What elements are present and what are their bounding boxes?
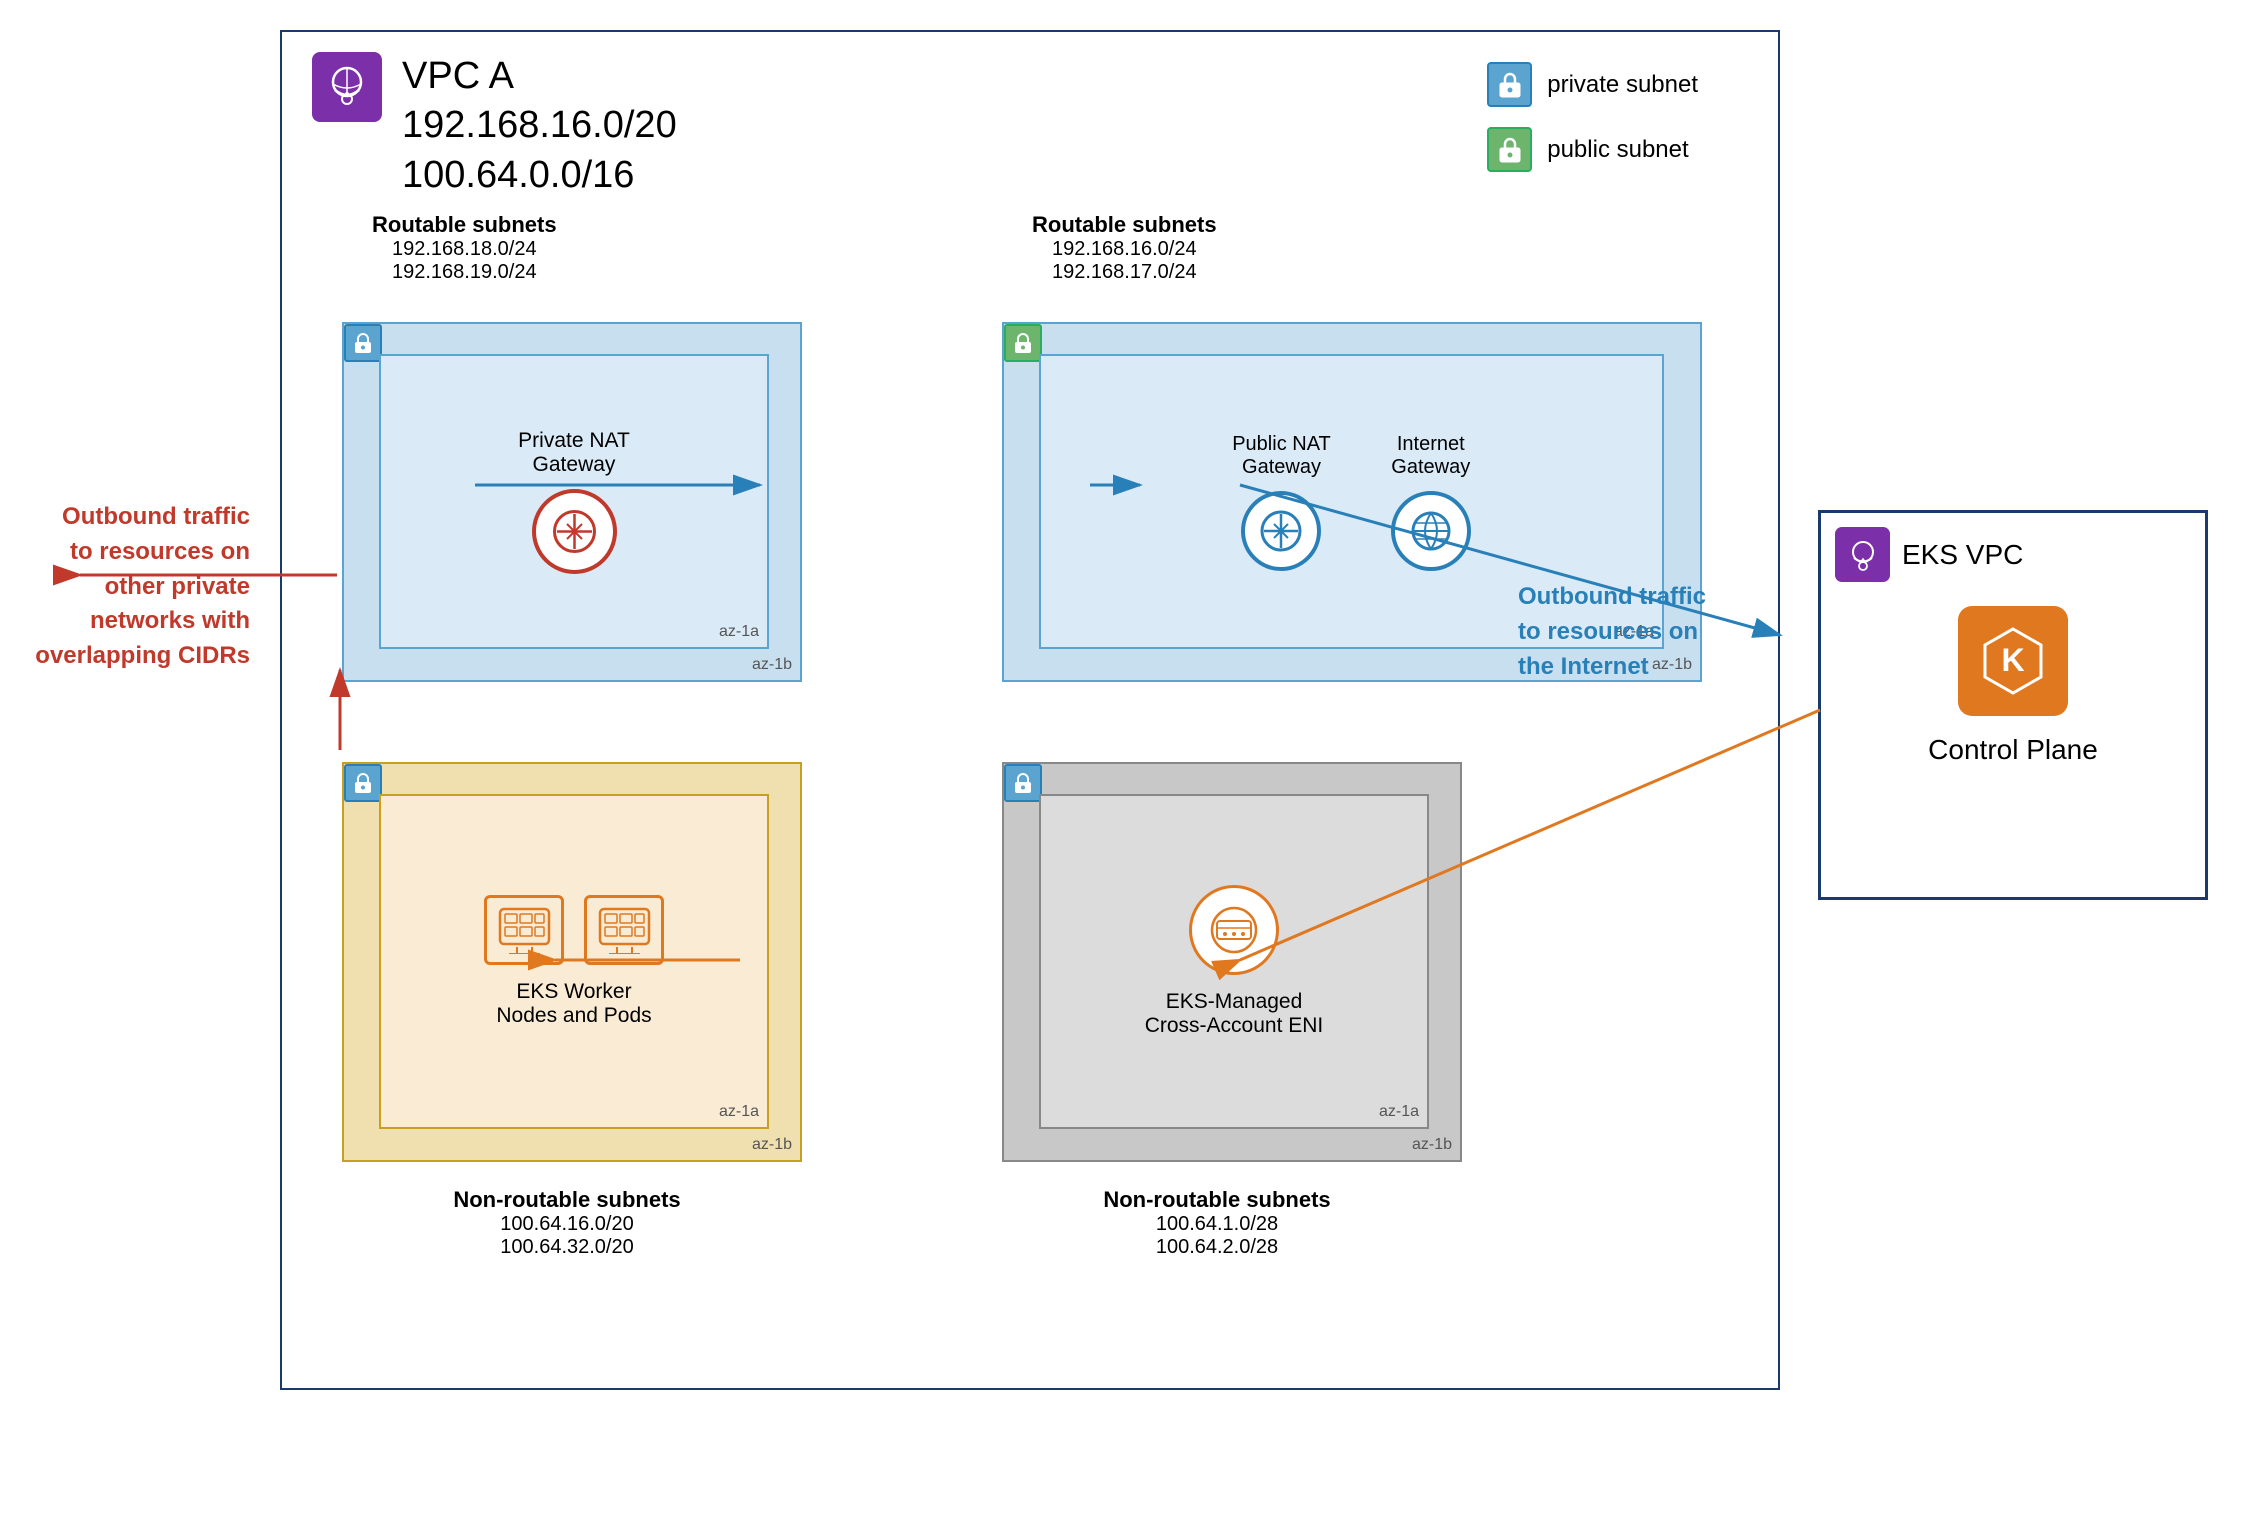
cross-eni-az-inner: az-1a	[1379, 1103, 1419, 1121]
eks-k-icon: K	[1958, 606, 2068, 716]
legend-public-label: public subnet	[1547, 136, 1688, 164]
private-subnet-outer-left: Private NATGateway az-1a az-1b	[342, 322, 802, 682]
nonroutable-right-inner: EKS-ManagedCross-Account ENI az-1a	[1039, 794, 1429, 1129]
routable-right-cidr2: 192.168.17.0/24	[1032, 261, 1217, 284]
public-nat-label: Public NATGateway	[1232, 433, 1331, 479]
outbound-right-label: Outbound traffic to resources on the Int…	[1518, 580, 1798, 684]
private-subnet-inner-left: Private NATGateway az-1a	[379, 354, 769, 649]
vpc-a-header: VPC A 192.168.16.0/20 100.64.0.0/16	[312, 52, 677, 200]
svg-text:K: K	[2001, 642, 2024, 678]
outbound-right-line1: Outbound traffic	[1518, 583, 1706, 610]
nonroutable-left-outer: EKS WorkerNodes and Pods az-1a az-1b	[342, 762, 802, 1162]
eks-vpc-box: EKS VPC K Control Plane	[1818, 510, 2208, 900]
outbound-right-line3: the Internet	[1518, 653, 1649, 680]
nonroutable-right-outer: EKS-ManagedCross-Account ENI az-1a az-1b	[1002, 762, 1462, 1162]
routable-right-label: Routable subnets	[1032, 212, 1217, 238]
outbound-left-line2: to resources on	[70, 538, 250, 565]
lock-badge-private-left	[344, 324, 382, 362]
eks-workers-label: EKS WorkerNodes and Pods	[496, 980, 651, 1028]
routable-label-left-group: Routable subnets 192.168.18.0/24 192.168…	[372, 212, 557, 284]
eks-workers-az-outer: az-1b	[752, 1136, 792, 1154]
legend-public: public subnet	[1487, 127, 1698, 172]
worker-nodes-icons	[484, 895, 664, 965]
vpc-a-title: VPC A	[402, 52, 677, 101]
eks-vpc-header: EKS VPC	[1821, 513, 2205, 596]
private-nat-az-inner: az-1a	[719, 623, 759, 641]
cross-eni-icon	[1189, 885, 1279, 975]
private-nat-az-outer: az-1b	[752, 656, 792, 674]
public-nat-content: Public NATGateway	[1232, 433, 1331, 571]
nonroutable-left-inner: EKS WorkerNodes and Pods az-1a	[379, 794, 769, 1129]
legend-box: private subnet public subnet	[1487, 62, 1698, 172]
nonroutable-right-label: Non-routable subnets	[1002, 1187, 1432, 1213]
vpc-a-icon	[312, 52, 382, 122]
outbound-left-line1: Outbound traffic	[62, 503, 250, 530]
nonroutable-left-label: Non-routable subnets	[352, 1187, 782, 1213]
worker-node-icon-1	[484, 895, 564, 965]
nonroutable-right-label-group: Non-routable subnets 100.64.1.0/28 100.6…	[1002, 1187, 1432, 1259]
cross-eni-label: EKS-ManagedCross-Account ENI	[1145, 990, 1324, 1038]
internet-gw-label: InternetGateway	[1391, 433, 1470, 479]
private-nat-label: Private NATGateway	[518, 429, 630, 477]
routable-left-cidr1: 192.168.18.0/24	[372, 238, 557, 261]
outbound-left-line5: overlapping CIDRs	[35, 642, 250, 669]
private-nat-icon	[532, 489, 617, 574]
routable-left-cidr2: 192.168.19.0/24	[372, 261, 557, 284]
lock-badge-public-right	[1004, 324, 1042, 362]
eks-vpc-icon	[1835, 527, 1890, 582]
nonroutable-left-cidr2: 100.64.32.0/20	[352, 1236, 782, 1259]
legend-private-label: private subnet	[1547, 71, 1698, 99]
vpc-a-title-group: VPC A 192.168.16.0/20 100.64.0.0/16	[402, 52, 677, 200]
legend-private: private subnet	[1487, 62, 1698, 107]
lock-badge-nonroutable-right	[1004, 764, 1042, 802]
eks-cp-label: Control Plane	[1928, 734, 2098, 766]
outbound-right-line2: to resources on	[1518, 618, 1698, 645]
eks-control-plane-section: K Control Plane	[1821, 596, 2205, 776]
cross-eni-az-outer: az-1b	[1412, 1136, 1452, 1154]
vpc-a-cidr2: 100.64.0.0/16	[402, 151, 677, 200]
routable-right-cidr1: 192.168.16.0/24	[1032, 238, 1217, 261]
routable-label-right-group: Routable subnets 192.168.16.0/24 192.168…	[1032, 212, 1217, 284]
internet-gw-icon	[1391, 491, 1471, 571]
eks-workers-az-inner: az-1a	[719, 1103, 759, 1121]
nonroutable-right-cidr2: 100.64.2.0/28	[1002, 1236, 1432, 1259]
legend-private-icon	[1487, 62, 1532, 107]
outbound-left-label: Outbound traffic to resources on other p…	[20, 500, 250, 674]
nonroutable-left-label-group: Non-routable subnets 100.64.16.0/20 100.…	[352, 1187, 782, 1259]
nonroutable-right-cidr1: 100.64.1.0/28	[1002, 1213, 1432, 1236]
legend-public-icon	[1487, 127, 1532, 172]
vpc-a-cidr1: 192.168.16.0/20	[402, 101, 677, 150]
outbound-left-line4: networks with	[90, 607, 250, 634]
outbound-left-line3: other private	[105, 573, 250, 600]
lock-badge-nonroutable-left	[344, 764, 382, 802]
internet-gw-content: InternetGateway	[1391, 433, 1471, 571]
public-nat-icon	[1241, 491, 1321, 571]
worker-node-icon-2	[584, 895, 664, 965]
nonroutable-left-cidr1: 100.64.16.0/20	[352, 1213, 782, 1236]
routable-left-label: Routable subnets	[372, 212, 557, 238]
private-nat-content: Private NATGateway	[381, 356, 767, 647]
eks-vpc-title: EKS VPC	[1902, 539, 2023, 571]
vpc-a-box: VPC A 192.168.16.0/20 100.64.0.0/16 priv…	[280, 30, 1780, 1390]
